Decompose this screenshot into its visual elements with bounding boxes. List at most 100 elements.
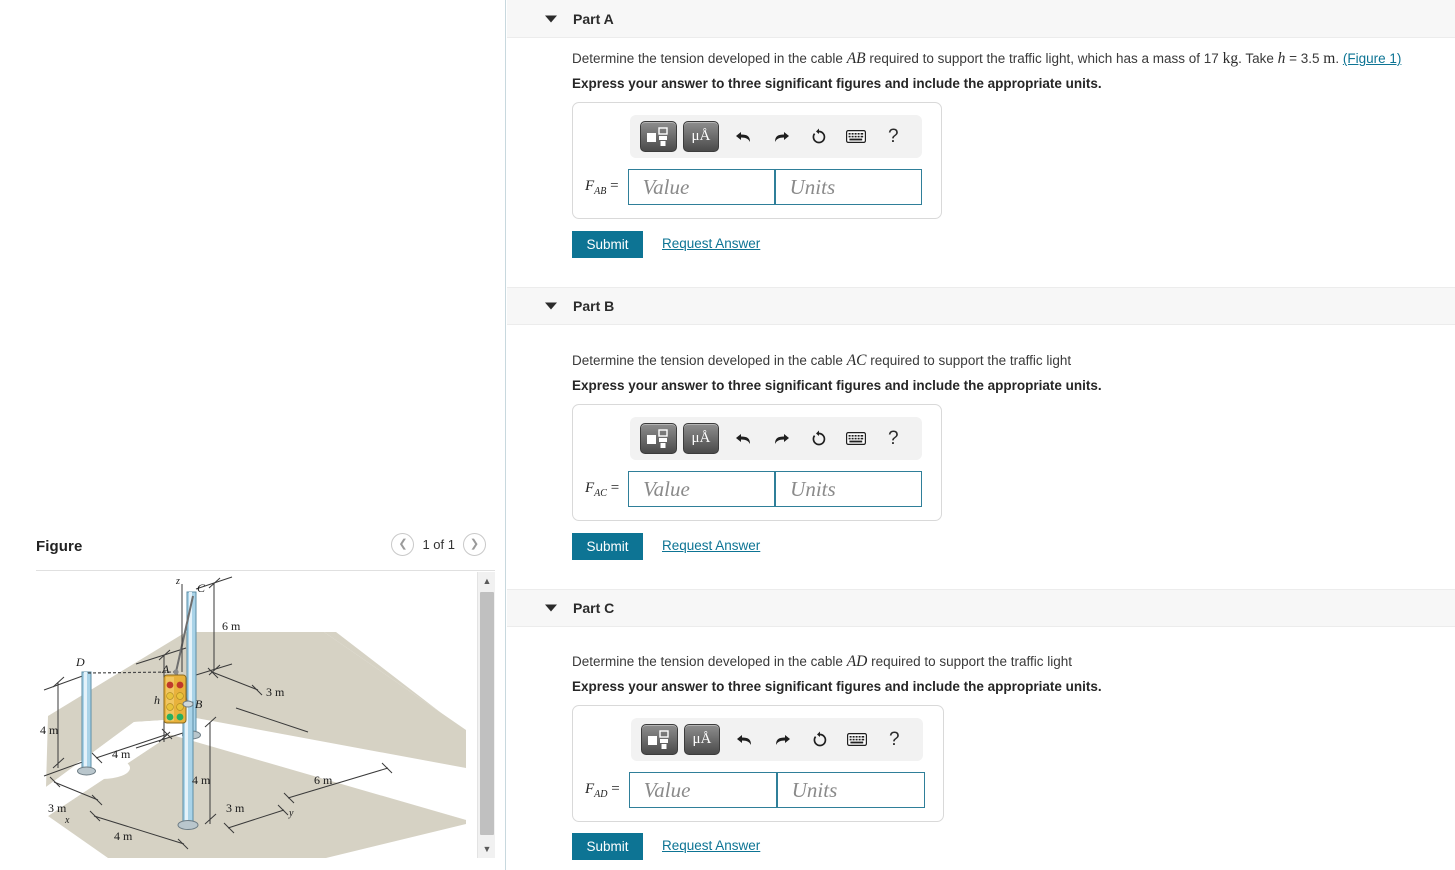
part-a-units-input[interactable]: Units bbox=[774, 169, 922, 205]
svg-text:3 m: 3 m bbox=[48, 801, 67, 815]
svg-text:z: z bbox=[175, 576, 180, 587]
figure-counter: 1 of 1 bbox=[422, 537, 455, 552]
part-c-input-row: FAD = Value Units bbox=[585, 772, 925, 808]
undo-arrow-icon[interactable] bbox=[730, 423, 757, 454]
chevron-left-icon[interactable]: ❮ bbox=[391, 533, 415, 556]
prompt-mass-unit: kg bbox=[1222, 50, 1239, 67]
questions-panel: Part A Determine the tension developed i… bbox=[507, 0, 1455, 870]
cable-anchor-a bbox=[173, 669, 179, 675]
figure-title: Figure bbox=[36, 538, 83, 555]
units-placeholder: Units bbox=[789, 174, 836, 199]
micro-angstrom-units-icon[interactable]: μÅ bbox=[683, 724, 721, 755]
keyboard-icon[interactable] bbox=[842, 121, 869, 152]
keyboard-icon[interactable] bbox=[843, 724, 870, 755]
part-c-answer-box: μÅ ? FAD = Value Units bbox=[572, 705, 944, 822]
prompt-text-pre: Determine the tension developed in the c… bbox=[572, 353, 847, 368]
svg-text:A: A bbox=[161, 662, 170, 676]
part-a-value-input[interactable]: Value bbox=[627, 169, 775, 205]
question-mark-icon[interactable]: ? bbox=[880, 121, 907, 152]
prompt-text-mid: required to support the traffic light bbox=[866, 353, 1072, 368]
caret-down-icon[interactable] bbox=[545, 15, 557, 22]
units-placeholder: Units bbox=[790, 476, 836, 501]
redo-arrow-icon[interactable] bbox=[768, 121, 795, 152]
part-b-submit-button[interactable]: Submit bbox=[572, 533, 643, 560]
undo-arrow-icon[interactable] bbox=[731, 724, 758, 755]
part-b-toolbar: μÅ ? bbox=[630, 417, 922, 460]
reset-circular-arrow-icon[interactable] bbox=[805, 423, 832, 454]
part-header-c[interactable]: Part C bbox=[507, 589, 1455, 627]
svg-text:4 m: 4 m bbox=[192, 773, 211, 787]
svg-text:6 m: 6 m bbox=[222, 619, 241, 633]
part-c-units-input[interactable]: Units bbox=[776, 772, 925, 808]
triangle-up-icon[interactable]: ▲ bbox=[478, 572, 495, 590]
value-placeholder: Value bbox=[642, 174, 690, 199]
reset-circular-arrow-icon[interactable] bbox=[805, 121, 832, 152]
part-a-prompt: Determine the tension developed in the c… bbox=[572, 50, 1402, 67]
svg-text:C: C bbox=[197, 581, 206, 595]
part-c-request-answer-link[interactable]: Request Answer bbox=[662, 838, 760, 853]
prompt-cable-var: AD bbox=[846, 653, 868, 670]
figure-divider bbox=[36, 570, 495, 571]
redo-arrow-icon[interactable] bbox=[768, 423, 795, 454]
svg-text:3 m: 3 m bbox=[226, 801, 245, 815]
reset-circular-arrow-icon[interactable] bbox=[806, 724, 833, 755]
part-b-answer-box: μÅ ? FAC = Value Units bbox=[572, 404, 942, 521]
part-c-instruction: Express your answer to three significant… bbox=[572, 679, 1102, 694]
part-a-label: Part A bbox=[573, 10, 614, 27]
part-a-submit-button[interactable]: Submit bbox=[572, 231, 643, 258]
prompt-h-unit: m bbox=[1323, 50, 1336, 67]
part-c-prompt: Determine the tension developed in the c… bbox=[572, 653, 1072, 671]
prompt-text-mid: required to support the traffic light bbox=[867, 654, 1072, 669]
triangle-down-icon[interactable]: ▼ bbox=[478, 840, 495, 858]
math-template-icon[interactable] bbox=[640, 121, 677, 152]
svg-text:x: x bbox=[64, 815, 70, 826]
prompt-text-pre: Determine the tension developed in the c… bbox=[572, 654, 847, 669]
part-b-value-input[interactable]: Value bbox=[628, 471, 776, 507]
micro-angstrom-units-icon[interactable]: μÅ bbox=[682, 121, 720, 152]
svg-text:h: h bbox=[154, 693, 160, 707]
scrollbar-thumb[interactable] bbox=[480, 592, 494, 835]
math-template-icon[interactable] bbox=[640, 423, 677, 454]
value-placeholder: Value bbox=[643, 777, 691, 802]
redo-arrow-icon[interactable] bbox=[769, 724, 796, 755]
svg-text:6 m: 6 m bbox=[314, 773, 333, 787]
part-c-toolbar: μÅ ? bbox=[631, 718, 923, 761]
question-mark-icon[interactable]: ? bbox=[881, 724, 908, 755]
figure-panel: Figure ❮ 1 of 1 ❯ z C D A B h x y 6 m 3 … bbox=[0, 0, 506, 870]
part-a-input-row: FAB = Value Units bbox=[585, 169, 922, 205]
cable-anchor-b bbox=[182, 700, 194, 708]
part-c-value-input[interactable]: Value bbox=[628, 772, 777, 808]
part-b-request-answer-link[interactable]: Request Answer bbox=[662, 538, 760, 553]
keyboard-icon[interactable] bbox=[842, 423, 869, 454]
part-header-b[interactable]: Part B bbox=[507, 287, 1455, 325]
undo-arrow-icon[interactable] bbox=[730, 121, 757, 152]
part-c-submit-button[interactable]: Submit bbox=[572, 833, 643, 860]
part-a-answer-box: μÅ ? FAB = Value Units bbox=[572, 102, 942, 219]
svg-text:B: B bbox=[195, 697, 203, 711]
figure-diagram: z C D A B h x y 6 m 3 m 4 m 4 m 3 m 4 m bbox=[36, 572, 476, 858]
svg-text:3 m: 3 m bbox=[266, 685, 285, 699]
figure-header: Figure ❮ 1 of 1 ❯ bbox=[36, 533, 495, 567]
traffic-light-diagram-svg: z C D A B h x y 6 m 3 m 4 m 4 m 3 m 4 m bbox=[40, 576, 466, 858]
part-b-units-input[interactable]: Units bbox=[775, 471, 923, 507]
ground-plane bbox=[46, 632, 466, 858]
micro-angstrom-units-icon[interactable]: μÅ bbox=[682, 423, 720, 454]
part-b-instruction: Express your answer to three significant… bbox=[572, 378, 1102, 393]
mastering-physics-problem-page: Figure ❮ 1 of 1 ❯ z C D A B h x y 6 m 3 … bbox=[0, 0, 1455, 870]
prompt-cable-var: AB bbox=[846, 50, 866, 67]
part-header-a[interactable]: Part A bbox=[507, 0, 1455, 38]
caret-down-icon[interactable] bbox=[545, 302, 557, 310]
figure-navigation: ❮ 1 of 1 ❯ bbox=[391, 533, 486, 556]
figure-1-link[interactable]: (Figure 1) bbox=[1343, 51, 1402, 66]
svg-text:y: y bbox=[288, 808, 294, 819]
part-c-symbol: FAD = bbox=[585, 780, 620, 800]
part-c-label: Part C bbox=[573, 600, 615, 616]
caret-down-icon[interactable] bbox=[545, 604, 557, 612]
part-a-request-answer-link[interactable]: Request Answer bbox=[662, 236, 760, 251]
svg-text:4 m: 4 m bbox=[112, 747, 131, 761]
question-mark-icon[interactable]: ? bbox=[880, 423, 907, 454]
prompt-text-pre: Determine the tension developed in the c… bbox=[572, 51, 847, 66]
chevron-right-icon[interactable]: ❯ bbox=[463, 533, 486, 556]
math-template-icon[interactable] bbox=[641, 724, 678, 755]
figure-scrollbar[interactable]: ▲ ▼ bbox=[477, 572, 495, 858]
